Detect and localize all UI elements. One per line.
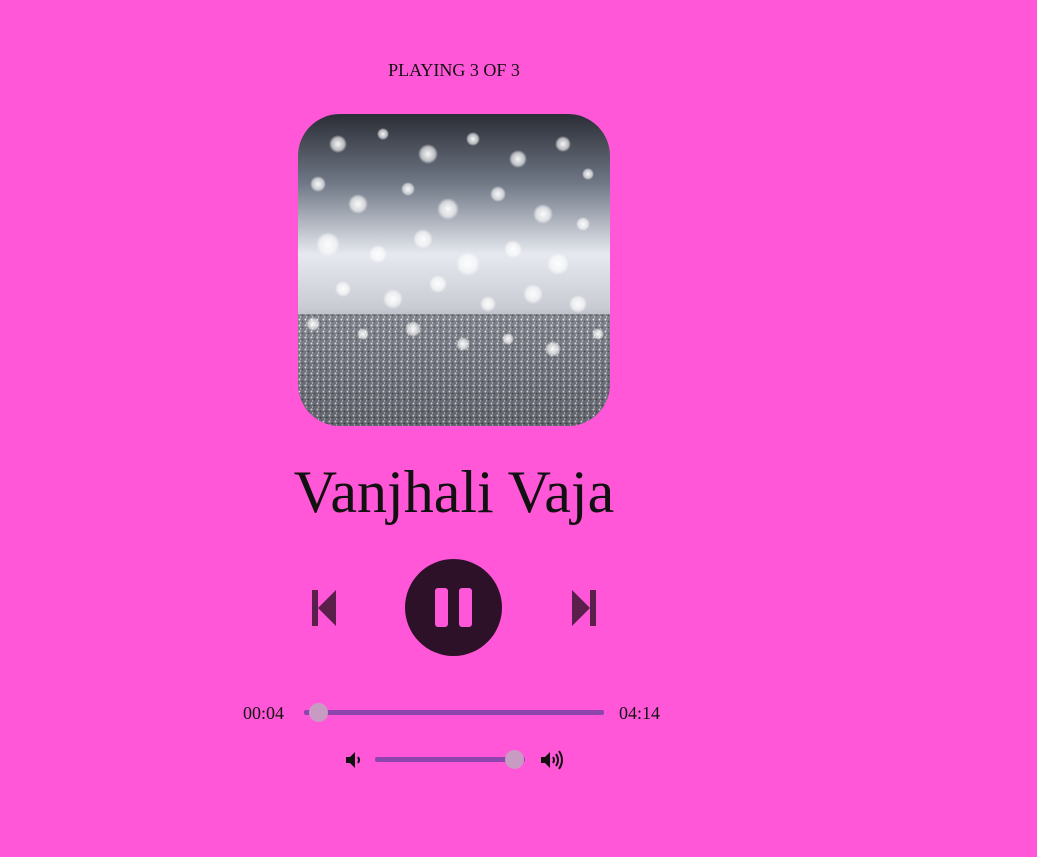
volume-slider[interactable]: [375, 757, 525, 762]
bokeh-dot: [377, 128, 389, 140]
pause-icon: [435, 588, 472, 627]
current-time: 00:04: [243, 703, 285, 723]
bokeh-dot: [456, 337, 470, 351]
playing-status-text: PLAYING 3 OF 3: [388, 60, 520, 80]
bokeh-dot: [335, 281, 351, 297]
track-title: Vanjhali Vaja: [293, 459, 615, 525]
skip-previous-icon: [312, 590, 336, 626]
volume-high-icon[interactable]: [539, 750, 565, 770]
play-pause-button[interactable]: [405, 559, 502, 656]
skip-next-icon: [572, 590, 596, 626]
bokeh-dot: [348, 194, 368, 214]
album-artwork-image: [298, 114, 610, 426]
bokeh-dot: [369, 245, 387, 263]
bokeh-dot: [547, 253, 569, 275]
bokeh-dot: [592, 328, 604, 340]
next-track-button[interactable]: [563, 583, 605, 633]
bokeh-dot: [576, 217, 590, 231]
bokeh-dot: [555, 136, 571, 152]
bokeh-dot: [582, 168, 594, 180]
bokeh-dot: [545, 341, 561, 357]
bokeh-dot: [401, 182, 415, 196]
bokeh-dot: [329, 135, 347, 153]
bokeh-dot: [502, 333, 514, 345]
bokeh-dot: [569, 295, 587, 313]
bokeh-dot: [490, 186, 506, 202]
album-artwork: [298, 114, 610, 426]
previous-track-button[interactable]: [304, 583, 346, 633]
bokeh-dot: [429, 275, 447, 293]
bokeh-dot: [466, 132, 480, 146]
bokeh-dot: [383, 289, 403, 309]
bokeh-dot: [523, 284, 543, 304]
total-time: 04:14: [619, 703, 661, 723]
seek-thumb[interactable]: [308, 703, 328, 722]
bokeh-dot: [480, 296, 496, 312]
bokeh-dot: [456, 252, 480, 276]
volume-thumb[interactable]: [505, 750, 524, 769]
seek-bar[interactable]: [304, 710, 604, 715]
music-player: PLAYING 3 OF 3 Vanjhali Vaja 00:04 04:14: [0, 0, 1037, 857]
bokeh-dot: [310, 176, 326, 192]
bokeh-dot: [413, 229, 433, 249]
bokeh-dot: [316, 232, 340, 256]
bokeh-dot: [504, 240, 522, 258]
bokeh-dot: [405, 321, 421, 337]
bokeh-dot: [437, 198, 459, 220]
volume-low-icon[interactable]: [344, 750, 370, 770]
bokeh-dot: [357, 328, 369, 340]
bokeh-dot: [509, 150, 527, 168]
bokeh-dot: [306, 317, 320, 331]
bokeh-dot: [418, 144, 438, 164]
bokeh-dot: [533, 204, 553, 224]
